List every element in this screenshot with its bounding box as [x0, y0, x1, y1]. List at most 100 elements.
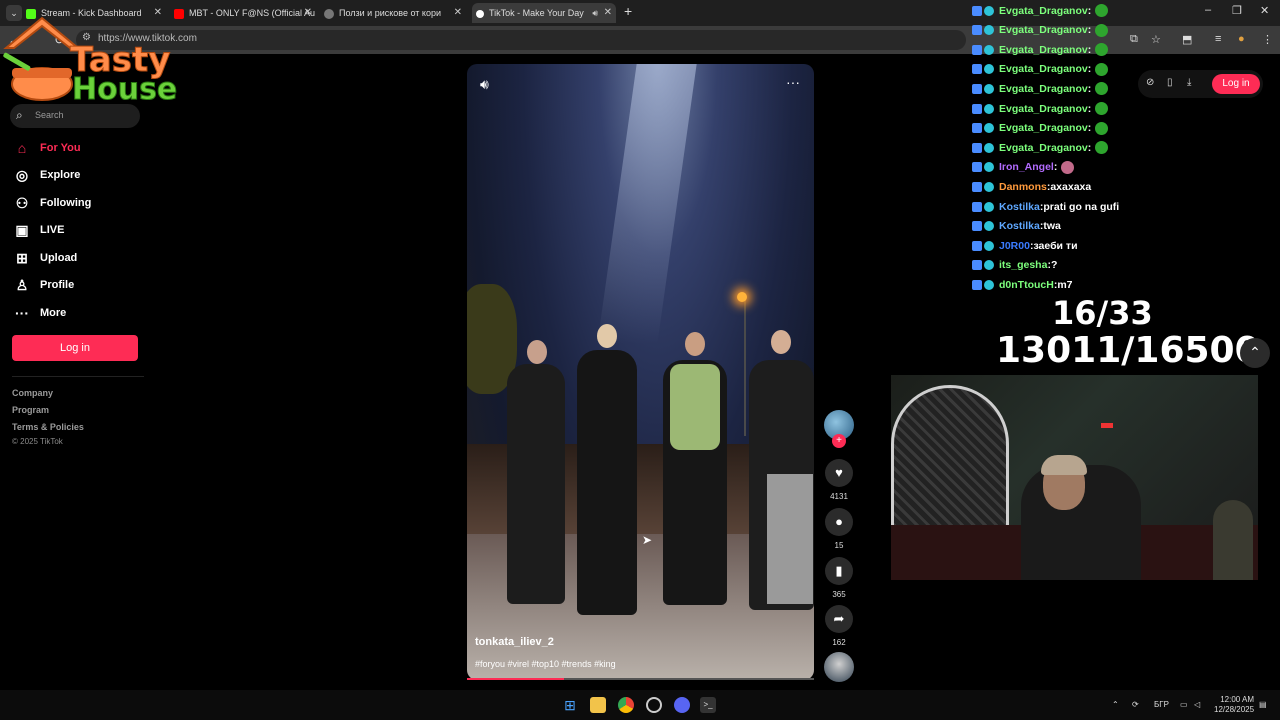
speaker-icon[interactable]: 🔊︎: [592, 3, 598, 23]
nav-label: Explore: [40, 169, 81, 181]
nav-label: Profile: [40, 279, 75, 291]
video-player[interactable]: [467, 64, 814, 680]
share-button[interactable]: ➦: [825, 605, 853, 633]
chat-username[interactable]: Evgata_Draganov: [999, 5, 1088, 17]
save-button[interactable]: ▮: [825, 557, 853, 585]
footer-link-terms[interactable]: Terms & Policies: [12, 422, 84, 432]
chat-username[interactable]: Kostilka: [999, 201, 1040, 213]
profile-avatar-icon[interactable]: ●: [1238, 33, 1245, 45]
chat-username[interactable]: Iron_Angel: [999, 161, 1054, 173]
nav-more[interactable]: ··· More: [12, 301, 66, 325]
system-clock[interactable]: 12:00 AM 12/28/2025: [1214, 695, 1254, 715]
volume-icon[interactable]: 🔊︎: [480, 76, 489, 93]
streamer-webcam: [891, 375, 1258, 580]
close-tab-icon[interactable]: ✕: [304, 3, 312, 23]
chat-username[interactable]: Evgata_Draganov: [999, 103, 1088, 115]
chat-username[interactable]: Evgata_Draganov: [999, 83, 1088, 95]
nav-label: For You: [40, 142, 81, 154]
maximize-icon[interactable]: ❐: [1232, 4, 1242, 17]
chat-username[interactable]: Evgata_Draganov: [999, 63, 1088, 75]
tab-youtube[interactable]: MBT - ONLY F@NS (Official Au ✕: [174, 3, 316, 23]
nav-live[interactable]: ▣ LIVE: [12, 218, 64, 242]
nav-explore[interactable]: ◎ Explore: [12, 163, 80, 187]
chat-badge-icon: [972, 181, 982, 192]
chat-username[interactable]: J0R00: [999, 240, 1030, 252]
obs-icon[interactable]: [646, 697, 662, 713]
chat-username[interactable]: Kostilka: [999, 220, 1040, 232]
new-tab-button[interactable]: +: [624, 3, 632, 19]
music-disc-avatar[interactable]: [824, 652, 854, 682]
light-beam: [597, 64, 697, 344]
dancer-3-vest: [670, 364, 720, 450]
speaker-tray-icon[interactable]: ◁: [1194, 700, 1200, 709]
like-button[interactable]: ♥: [825, 459, 853, 487]
video-hashtags[interactable]: #foryou #virel #top10 #trends #king: [475, 659, 616, 669]
footer-link-program[interactable]: Program: [12, 405, 49, 415]
chat-emote-icon: [1095, 141, 1109, 155]
close-tab-icon[interactable]: ✕: [604, 3, 612, 23]
chrome-icon[interactable]: [618, 697, 634, 713]
chat-badge-icon: [984, 181, 994, 192]
chat-emote-icon: [1095, 82, 1109, 96]
nav-profile[interactable]: ♙ Profile: [12, 273, 75, 297]
close-window-icon[interactable]: ✕: [1260, 4, 1269, 17]
close-tab-icon[interactable]: ✕: [454, 3, 462, 23]
notifications-icon[interactable]: ▤: [1259, 700, 1267, 709]
chat-message: Danmons : ахахаха: [972, 177, 1091, 196]
windows-start-icon[interactable]: ⊞: [562, 697, 578, 713]
chat-username[interactable]: Evgata_Draganov: [999, 122, 1088, 134]
chat-separator: :: [1087, 82, 1092, 95]
scroll-up-button[interactable]: ⌃: [1240, 338, 1270, 368]
url-bar[interactable]: [76, 30, 966, 50]
chat-badge-icon: [984, 5, 994, 16]
chat-username[interactable]: d0nTtoucH: [999, 279, 1054, 291]
nav-upload[interactable]: ⊞ Upload: [12, 246, 77, 270]
cast-icon[interactable]: ⧉: [1130, 33, 1138, 46]
chat-badge-icon: [972, 162, 982, 173]
coin-icon[interactable]: ⊘: [1146, 77, 1154, 88]
tab-tiktok[interactable]: TikTok - Make Your Day 🔊︎ ✕: [472, 3, 616, 23]
browser-menu-icon[interactable]: ⋮: [1262, 33, 1273, 46]
bookmark-icon: ▮: [835, 563, 843, 578]
network-icon[interactable]: ▭: [1180, 700, 1188, 709]
tray-chevron-icon[interactable]: ⌃: [1112, 700, 1119, 709]
terminal-icon[interactable]: >_: [700, 697, 716, 713]
search-input[interactable]: [10, 104, 140, 128]
device-icon[interactable]: ▯: [1167, 77, 1173, 88]
follow-plus-icon[interactable]: +: [832, 434, 846, 448]
ellipsis-icon: ···: [15, 305, 29, 321]
tray-sync-icon[interactable]: ⟳: [1132, 700, 1139, 709]
chat-badge-icon: [984, 44, 994, 55]
more-options-icon[interactable]: ···: [786, 74, 800, 90]
file-explorer-icon[interactable]: [590, 697, 606, 713]
download-icon[interactable]: ⤓: [1187, 77, 1191, 88]
comment-button[interactable]: ●: [825, 508, 853, 536]
chat-badge-icon: [972, 83, 982, 94]
chat-username[interactable]: Danmons: [999, 181, 1047, 193]
sidebar-login-button[interactable]: Log in: [12, 335, 138, 361]
chat-username[interactable]: Evgata_Draganov: [999, 44, 1088, 56]
chat-emote-icon: [1061, 160, 1075, 174]
nav-for-you[interactable]: ⌂ For You: [12, 136, 81, 160]
footer-link-company[interactable]: Company: [12, 388, 53, 398]
discord-icon[interactable]: [674, 697, 690, 713]
extensions-icon[interactable]: ⬒: [1182, 33, 1192, 46]
dancer-3-head: [685, 332, 705, 356]
tab-article[interactable]: Ползи и рискове от кори ✕: [324, 3, 466, 23]
chat-badge-icon: [984, 260, 994, 271]
chat-username[interactable]: Evgata_Draganov: [999, 24, 1088, 36]
like-count: 4131: [830, 492, 848, 501]
chat-username[interactable]: Evgata_Draganov: [999, 142, 1088, 154]
language-indicator[interactable]: БГР: [1154, 700, 1169, 709]
clock-time: 12:00 AM: [1220, 695, 1255, 704]
nav-following[interactable]: ⚇ Following: [12, 191, 92, 215]
chat-message: Evgata_Draganov :: [972, 1, 1109, 20]
video-progress-bar[interactable]: [467, 678, 814, 680]
nav-label: LIVE: [40, 224, 65, 236]
minimize-icon[interactable]: –: [1205, 4, 1211, 16]
chat-username[interactable]: its_gesha: [999, 259, 1047, 271]
top-login-button[interactable]: Log in: [1212, 74, 1260, 94]
bookmark-star-icon[interactable]: ☆: [1151, 33, 1161, 46]
video-author[interactable]: tonkata_iliev_2: [475, 636, 554, 648]
media-controls-icon[interactable]: ≡: [1215, 33, 1221, 45]
